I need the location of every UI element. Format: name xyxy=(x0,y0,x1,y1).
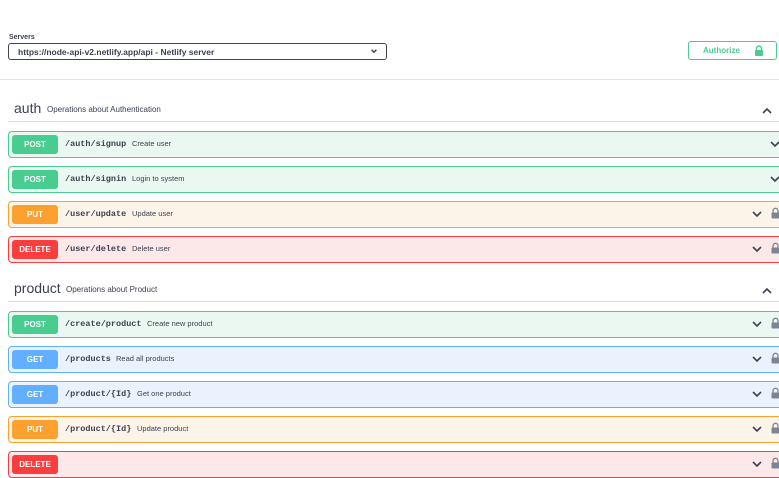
method-badge: POST xyxy=(12,135,58,154)
tag-description: Operations about Authentication xyxy=(47,105,161,114)
lock-icon xyxy=(754,45,764,56)
lock-icon[interactable] xyxy=(771,352,779,364)
tag-header-auth[interactable]: auth Operations about Authentication xyxy=(0,92,779,122)
chevron-down-icon[interactable] xyxy=(751,354,763,364)
operation-path: /products xyxy=(65,354,111,364)
server-select[interactable]: https://node-api-v2.netlify.app/api - Ne… xyxy=(8,43,387,60)
operation-summary: Login to system xyxy=(132,174,185,183)
tag-divider xyxy=(8,121,779,122)
chevron-down-icon[interactable] xyxy=(751,319,763,329)
lock-icon[interactable] xyxy=(771,242,779,254)
lock-icon[interactable] xyxy=(771,207,779,219)
chevron-down-icon xyxy=(370,47,378,55)
operation-path: /product/{Id} xyxy=(65,389,131,399)
operation-summary: Read all products xyxy=(116,354,174,363)
operation-row[interactable]: DELETE/user/delete Delete user xyxy=(8,236,779,263)
server-select-value: https://node-api-v2.netlify.app/api - Ne… xyxy=(18,47,214,57)
operation-summary: Create user xyxy=(132,139,171,148)
operation-row[interactable]: POST/auth/signin Login to system xyxy=(8,166,779,193)
tag-divider xyxy=(8,301,779,302)
method-badge: DELETE xyxy=(12,240,58,259)
operation-path: /auth/signin xyxy=(65,174,126,184)
method-badge: GET xyxy=(12,385,58,404)
chevron-down-icon[interactable] xyxy=(769,174,779,184)
tag-header-product[interactable]: product Operations about Product xyxy=(0,272,779,302)
authorize-button[interactable]: Authorize xyxy=(688,41,777,60)
operation-row[interactable]: GET/products Read all products xyxy=(8,346,779,373)
lock-icon[interactable] xyxy=(771,422,779,434)
operation-summary: Create new product xyxy=(147,319,212,328)
operation-row[interactable]: POST/create/product Create new product xyxy=(8,311,779,338)
operation-path: /create/product xyxy=(65,319,142,329)
method-badge: POST xyxy=(12,315,58,334)
operation-path: /user/update xyxy=(65,209,126,219)
chevron-up-icon[interactable] xyxy=(761,286,773,296)
chevron-down-icon[interactable] xyxy=(751,424,763,434)
operation-row[interactable]: POST/auth/signup Create user xyxy=(8,131,779,158)
operation-summary: Get one product xyxy=(137,389,191,398)
operation-row[interactable]: PUT/product/{Id} Update product xyxy=(8,416,779,443)
chevron-down-icon[interactable] xyxy=(751,209,763,219)
method-badge: PUT xyxy=(12,205,58,224)
servers-label: Servers xyxy=(9,34,35,41)
lock-icon[interactable] xyxy=(771,387,779,399)
operation-path: /user/delete xyxy=(65,244,126,254)
tag-description: Operations about Product xyxy=(66,285,157,294)
method-badge: POST xyxy=(12,170,58,189)
tag-name: auth xyxy=(14,100,41,116)
operation-path: /product/{Id} xyxy=(65,424,131,434)
operation-summary: Delete user xyxy=(132,244,170,253)
operation-row[interactable]: DELETE xyxy=(8,451,779,478)
chevron-down-icon[interactable] xyxy=(751,389,763,399)
chevron-up-icon[interactable] xyxy=(761,106,773,116)
chevron-down-icon[interactable] xyxy=(751,244,763,254)
top-divider xyxy=(0,79,779,80)
chevron-down-icon[interactable] xyxy=(769,139,779,149)
operation-row[interactable]: PUT/user/update Update user xyxy=(8,201,779,228)
lock-icon[interactable] xyxy=(771,457,779,469)
method-badge: DELETE xyxy=(12,455,58,474)
method-badge: PUT xyxy=(12,420,58,439)
chevron-down-icon[interactable] xyxy=(751,459,763,469)
operation-summary: Update user xyxy=(132,209,173,218)
lock-icon[interactable] xyxy=(771,317,779,329)
method-badge: GET xyxy=(12,350,58,369)
authorize-label: Authorize xyxy=(703,46,740,55)
operation-path: /auth/signup xyxy=(65,139,126,149)
operation-row[interactable]: GET/product/{Id} Get one product xyxy=(8,381,779,408)
tag-name: product xyxy=(14,280,61,296)
operation-summary: Update product xyxy=(137,424,188,433)
